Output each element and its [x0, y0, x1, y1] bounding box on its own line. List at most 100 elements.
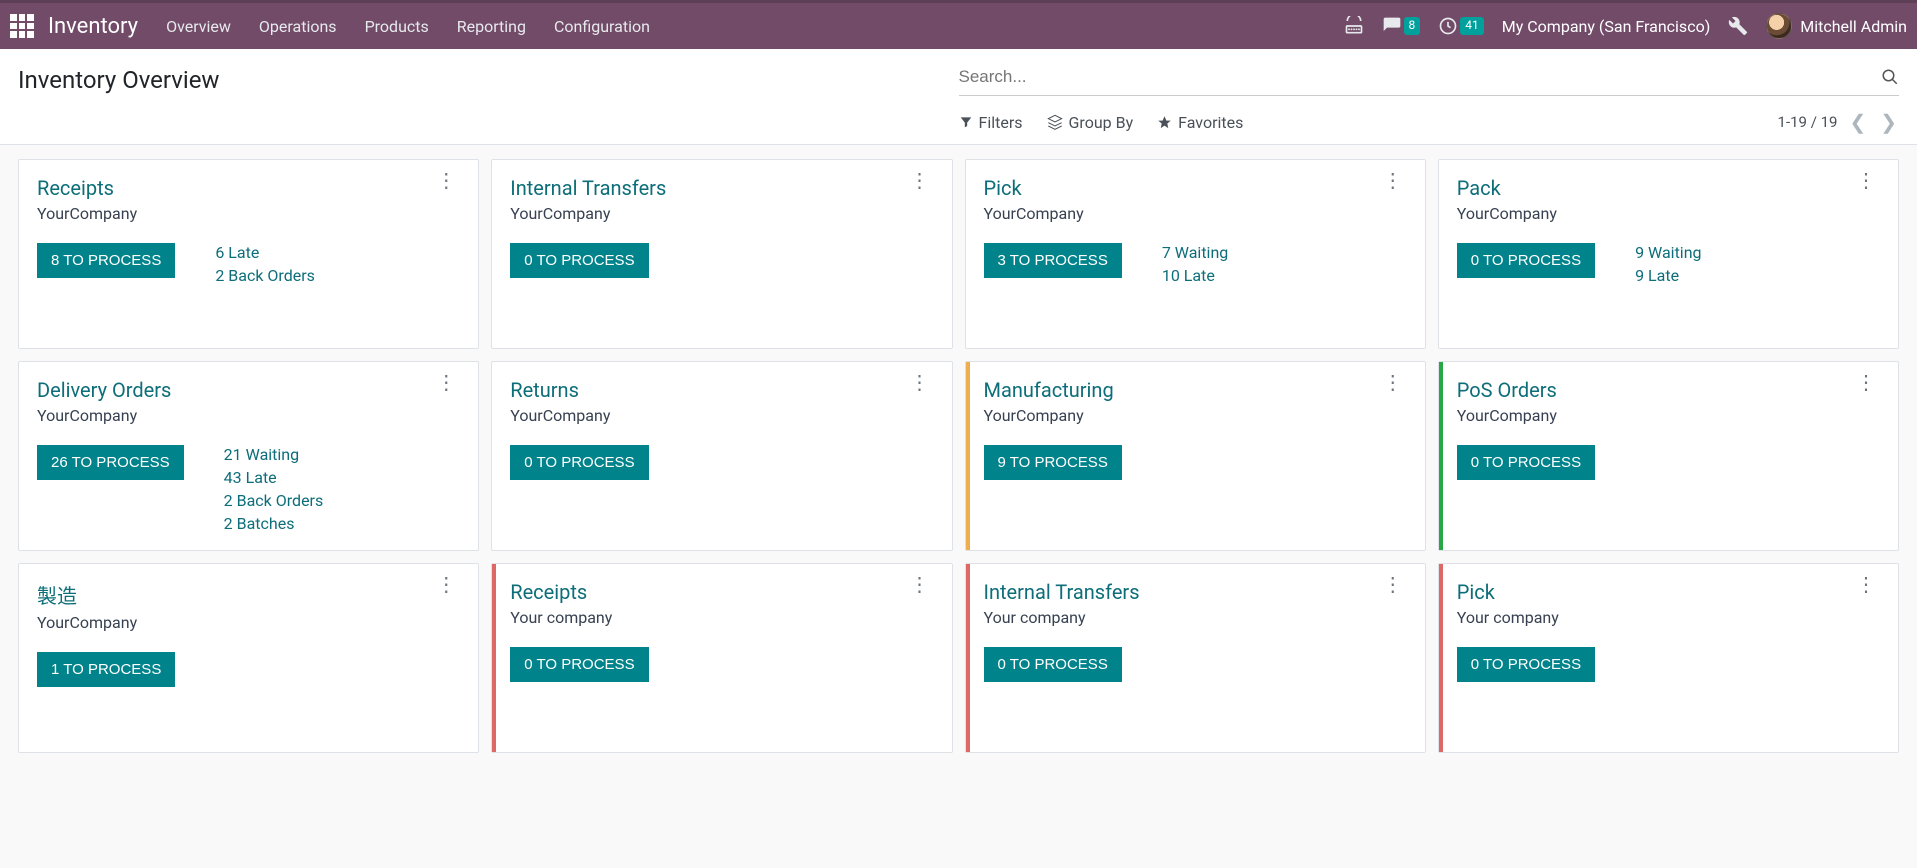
stat-link[interactable]: 7 Waiting	[1162, 243, 1228, 262]
stat-link[interactable]: 10 Late	[1162, 266, 1228, 285]
messages-icon[interactable]: 8	[1382, 16, 1421, 36]
search-bar[interactable]	[959, 63, 1900, 96]
kebab-icon[interactable]: ⋮	[1852, 580, 1880, 588]
process-button[interactable]: 0 TO PROCESS	[1457, 243, 1595, 278]
kebab-icon[interactable]: ⋮	[1379, 580, 1407, 588]
kebab-icon[interactable]: ⋮	[906, 580, 934, 588]
card-title[interactable]: PoS Orders	[1457, 378, 1557, 402]
process-button[interactable]: 0 TO PROCESS	[510, 243, 648, 278]
card-title[interactable]: Pick	[984, 176, 1084, 200]
kebab-icon[interactable]: ⋮	[432, 378, 460, 386]
card-title[interactable]: Internal Transfers	[510, 176, 666, 200]
card-body: 9 TO PROCESS	[984, 445, 1407, 480]
kebab-icon[interactable]: ⋮	[1852, 378, 1880, 386]
process-button[interactable]: 0 TO PROCESS	[1457, 647, 1595, 682]
menu-configuration[interactable]: Configuration	[554, 17, 650, 36]
menu-operations[interactable]: Operations	[259, 17, 337, 36]
card-header: ReceiptsYour company⋮	[510, 580, 933, 627]
menu-reporting[interactable]: Reporting	[457, 17, 526, 36]
process-button[interactable]: 0 TO PROCESS	[510, 647, 648, 682]
card-title[interactable]: Delivery Orders	[37, 378, 171, 402]
card-title[interactable]: Receipts	[510, 580, 612, 604]
card-title[interactable]: Receipts	[37, 176, 137, 200]
stat-list: 21 Waiting 43 Late 2 Back Orders 2 Batches	[224, 445, 324, 533]
process-button[interactable]: 9 TO PROCESS	[984, 445, 1122, 480]
kanban-card[interactable]: PackYourCompany⋮0 TO PROCESS9 Waiting9 L…	[1438, 159, 1899, 349]
search-input[interactable]	[959, 63, 1882, 91]
card-header: PoS OrdersYourCompany⋮	[1457, 378, 1880, 425]
process-button[interactable]: 26 TO PROCESS	[37, 445, 184, 480]
kanban-card[interactable]: ReturnsYourCompany⋮ 0 TO PROCESS	[491, 361, 952, 551]
pager: 1-19 / 19 ❮ ❯	[1778, 110, 1899, 134]
activities-badge: 41	[1460, 17, 1484, 35]
kebab-icon[interactable]: ⋮	[1379, 176, 1407, 184]
groupby-button[interactable]: Group By	[1047, 113, 1134, 132]
process-button[interactable]: 0 TO PROCESS	[510, 445, 648, 480]
stat-link[interactable]: 21 Waiting	[224, 445, 324, 464]
kanban-card[interactable]: PoS OrdersYourCompany⋮ 0 TO PROCESS	[1438, 361, 1899, 551]
card-company: YourCompany	[37, 204, 137, 223]
pager-range[interactable]: 1-19 / 19	[1778, 113, 1838, 131]
card-body: 1 TO PROCESS	[37, 652, 460, 687]
card-title[interactable]: 製造	[37, 580, 137, 609]
stat-link[interactable]: 2 Back Orders	[215, 266, 315, 285]
card-header: Internal Transfers YourCompany ⋮	[510, 176, 933, 223]
kanban-card[interactable]: Delivery OrdersYourCompany⋮26 TO PROCESS…	[18, 361, 479, 551]
kanban-card[interactable]: PickYourCompany⋮3 TO PROCESS7 Waiting10 …	[965, 159, 1426, 349]
kanban-card[interactable]: 製造YourCompany⋮1 TO PROCESS	[18, 563, 479, 753]
kebab-icon[interactable]: ⋮	[432, 580, 460, 588]
apps-icon[interactable]	[10, 14, 34, 38]
card-title[interactable]: Internal Transfers	[984, 580, 1140, 604]
process-button[interactable]: 8 TO PROCESS	[37, 243, 175, 278]
process-button[interactable]: 3 TO PROCESS	[984, 243, 1122, 278]
favorites-button[interactable]: Favorites	[1157, 113, 1243, 132]
company-switcher[interactable]: My Company (San Francisco)	[1502, 17, 1711, 36]
search-options: Filters Group By Favorites	[959, 113, 1244, 132]
kanban-view: Receipts YourCompany ⋮ 8 TO PROCESS 6 Late 2 …	[0, 145, 1917, 767]
menu-products[interactable]: Products	[365, 17, 429, 36]
kanban-card[interactable]: Receipts YourCompany ⋮ 8 TO PROCESS 6 Late 2 …	[18, 159, 479, 349]
kebab-icon[interactable]: ⋮	[906, 378, 934, 386]
stat-link[interactable]: 6 Late	[215, 243, 315, 262]
card-stripe	[966, 564, 970, 752]
card-title[interactable]: Returns	[510, 378, 610, 402]
card-title[interactable]: Pack	[1457, 176, 1557, 200]
card-body: 0 TO PROCESS	[510, 445, 933, 480]
stat-link[interactable]: 9 Waiting	[1635, 243, 1701, 262]
kanban-card[interactable]: Manufacturing YourCompany ⋮ 9 TO PROCESS	[965, 361, 1426, 551]
stat-link[interactable]: 9 Late	[1635, 266, 1701, 285]
process-button[interactable]: 1 TO PROCESS	[37, 652, 175, 687]
kanban-card[interactable]: Internal Transfers YourCompany ⋮ 0 TO PROCE…	[491, 159, 952, 349]
kanban-card[interactable]: PickYour company⋮0 TO PROCESS	[1438, 563, 1899, 753]
app-brand[interactable]: Inventory	[48, 14, 138, 39]
debug-icon[interactable]	[1728, 16, 1748, 36]
kebab-icon[interactable]: ⋮	[1852, 176, 1880, 184]
card-header: ReturnsYourCompany⋮	[510, 378, 933, 425]
menu-overview[interactable]: Overview	[166, 17, 231, 36]
user-menu[interactable]: Mitchell Admin	[1766, 13, 1907, 39]
voip-icon[interactable]	[1344, 16, 1364, 36]
kanban-card[interactable]: ReceiptsYour company⋮ 0 TO PROCESS	[491, 563, 952, 753]
pager-prev-icon[interactable]: ❮	[1847, 110, 1868, 134]
process-button[interactable]: 0 TO PROCESS	[984, 647, 1122, 682]
filters-button[interactable]: Filters	[959, 113, 1023, 132]
kebab-icon[interactable]: ⋮	[432, 176, 460, 184]
search-icon[interactable]	[1881, 68, 1899, 86]
card-stripe	[492, 564, 496, 752]
card-company: YourCompany	[510, 204, 666, 223]
card-title[interactable]: Manufacturing	[984, 378, 1114, 402]
stat-link[interactable]: 2 Back Orders	[224, 491, 324, 510]
kebab-icon[interactable]: ⋮	[906, 176, 934, 184]
card-stripe	[966, 362, 970, 550]
stat-list: 9 Waiting 9 Late	[1635, 243, 1701, 285]
kanban-card[interactable]: Internal TransfersYour company⋮0 TO PROC…	[965, 563, 1426, 753]
stat-link[interactable]: 2 Batches	[224, 514, 324, 533]
pager-next-icon[interactable]: ❯	[1878, 110, 1899, 134]
activities-icon[interactable]: 41	[1438, 16, 1484, 36]
stat-link[interactable]: 43 Late	[224, 468, 324, 487]
card-company: YourCompany	[984, 406, 1114, 425]
process-button[interactable]: 0 TO PROCESS	[1457, 445, 1595, 480]
kebab-icon[interactable]: ⋮	[1379, 378, 1407, 386]
top-menu: Overview Operations Products Reporting C…	[166, 17, 1343, 36]
card-title[interactable]: Pick	[1457, 580, 1559, 604]
